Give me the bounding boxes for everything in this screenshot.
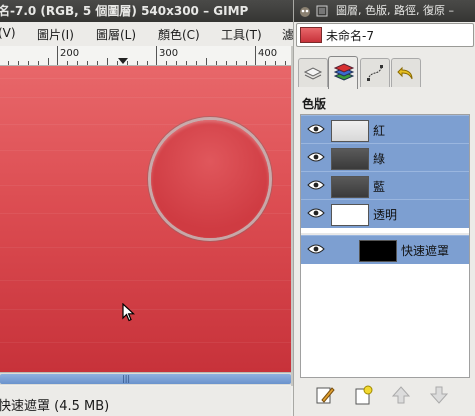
ruler-pointer-marker <box>118 58 128 64</box>
channel-thumbnail <box>331 176 369 198</box>
menu-view[interactable]: (V) <box>0 26 16 40</box>
quick-mask-thumbnail <box>359 240 397 262</box>
channels-list: 紅 綠 藍 透明 快速遮罩 <box>300 114 470 378</box>
tab-layers[interactable] <box>298 58 328 87</box>
lower-channel-icon[interactable] <box>428 384 450 406</box>
channel-thumbnail <box>331 120 369 142</box>
statusbar: 快速遮罩 (4.5 MB) <box>0 386 291 416</box>
channel-row-green[interactable]: 綠 <box>301 143 469 172</box>
tab-paths[interactable] <box>360 58 390 87</box>
new-channel-icon[interactable] <box>352 384 374 406</box>
status-text: 快速遮罩 (4.5 MB) <box>0 399 110 414</box>
ruler-label-300: 300 <box>159 48 179 59</box>
visibility-eye-icon[interactable] <box>307 179 325 191</box>
image-name: 未命名-7 <box>326 29 374 43</box>
window-menu-icon[interactable] <box>316 5 328 17</box>
channel-name: 紅 <box>373 124 386 138</box>
channel-row-blue[interactable]: 藍 <box>301 171 469 200</box>
channel-row-alpha[interactable]: 透明 <box>301 199 469 228</box>
ruler-label-400: 400 <box>258 48 278 59</box>
gimp-logo-icon <box>300 7 310 17</box>
image-canvas[interactable] <box>0 66 291 372</box>
dock-tabs <box>294 56 475 90</box>
layers-icon <box>303 67 323 80</box>
image-selector[interactable]: 未命名-7 <box>296 23 474 47</box>
channel-name: 快速遮罩 <box>401 244 450 258</box>
undo-icon <box>397 66 413 80</box>
channel-row-red[interactable]: 紅 <box>301 115 469 144</box>
menu-colors[interactable]: 顏色(C) <box>158 26 200 43</box>
channels-toolbar <box>294 380 475 410</box>
ruler-label-200: 200 <box>60 48 80 59</box>
menu-filters[interactable]: 濾 <box>282 26 293 43</box>
mouse-pointer-icon <box>122 303 136 322</box>
channels-icon <box>333 63 355 81</box>
image-thumbnail <box>300 27 322 43</box>
channel-name: 藍 <box>373 180 386 194</box>
paths-icon <box>367 65 383 81</box>
channel-name: 綠 <box>373 152 386 166</box>
dock-window: 圖層, 色版, 路徑, 復原 – 未命名-7 色版 紅 綠 藍 透明 快速遮罩 <box>293 0 475 416</box>
image-window: 名-7.0 (RGB, 5 個圖層) 540x300 – GIMP (V) 圖片… <box>0 0 293 416</box>
channel-row-quick-mask[interactable]: 快速遮罩 <box>301 235 469 264</box>
raise-channel-icon[interactable] <box>390 384 412 406</box>
horizontal-scrollbar[interactable]: ||| <box>0 372 291 385</box>
menu-layer[interactable]: 圖層(L) <box>96 26 136 43</box>
horizontal-ruler[interactable]: 200 300 400 <box>0 46 293 66</box>
image-window-titlebar[interactable]: 名-7.0 (RGB, 5 個圖層) 540x300 – GIMP <box>0 0 293 22</box>
visibility-eye-icon[interactable] <box>307 151 325 163</box>
visibility-eye-icon[interactable] <box>307 207 325 219</box>
scrollbar-thumb[interactable]: ||| <box>0 374 291 384</box>
dock-title: 圖層, 色版, 路徑, 復原 – <box>336 4 454 17</box>
glass-circle-button <box>151 120 269 238</box>
channel-name: 透明 <box>373 208 398 222</box>
dock-titlebar[interactable]: 圖層, 色版, 路徑, 復原 – <box>294 0 475 22</box>
tab-undo[interactable] <box>391 58 421 87</box>
menu-tools[interactable]: 工具(T) <box>221 26 262 43</box>
channels-panel-title: 色版 <box>302 97 327 111</box>
menu-image[interactable]: 圖片(I) <box>37 26 74 43</box>
menubar: (V) 圖片(I) 圖層(L) 顏色(C) 工具(T) 濾 <box>0 22 293 47</box>
tab-channels[interactable] <box>328 56 358 89</box>
channel-thumbnail <box>331 148 369 170</box>
visibility-eye-icon[interactable] <box>307 243 325 255</box>
visibility-eye-icon[interactable] <box>307 123 325 135</box>
scrollbar-grip-icon: ||| <box>122 374 131 383</box>
edit-channel-attributes-icon[interactable] <box>314 384 336 406</box>
image-window-title: 名-7.0 (RGB, 5 個圖層) 540x300 – GIMP <box>0 4 249 18</box>
channel-thumbnail <box>331 204 369 226</box>
